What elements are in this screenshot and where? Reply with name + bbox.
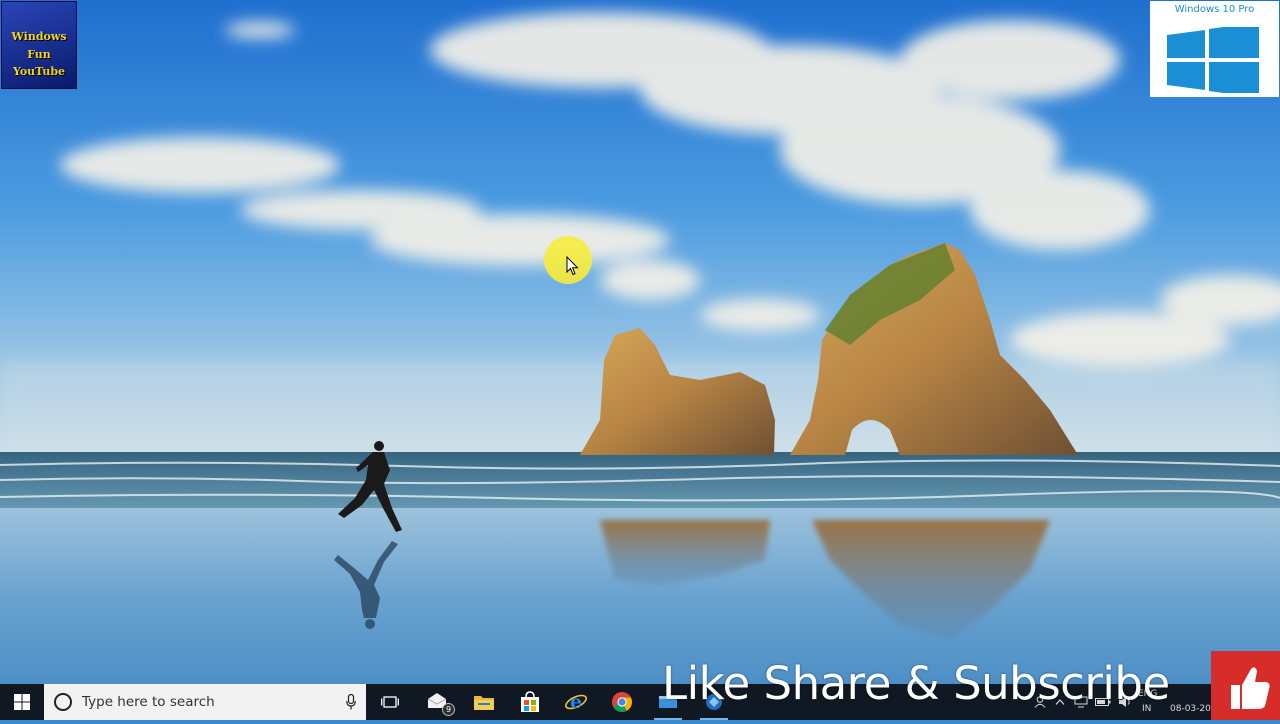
mouse-pointer-icon [566,256,579,276]
internet-explorer-icon: e [565,691,587,713]
clock-date: 08-03-20 [1170,704,1211,714]
like-badge [1211,651,1280,720]
badge-title: Windows 10 Pro [1174,4,1255,15]
internet-explorer-button[interactable]: e [558,684,594,720]
mail-unread-badge: 9 [442,703,455,716]
channel-logo-text-1: Windows [11,30,67,43]
windows-logo-icon [1167,27,1259,93]
chrome-button[interactable] [604,684,640,720]
tray-clock[interactable]: 08-03-20 [1166,687,1211,717]
desktop[interactable]: Windows Fun YouTube Windows 10 Pro [0,0,1280,684]
thumbs-up-icon [1231,667,1270,709]
start-button[interactable] [0,684,44,720]
like-share-subscribe-text: Like Share & Subscribe [662,657,1170,710]
channel-logo-text-2: Fun [27,48,51,61]
chrome-icon [612,692,632,713]
windows-10-pro-badge: Windows 10 Pro [1150,1,1279,97]
store-icon [521,691,539,712]
cortana-icon [54,693,72,711]
store-button[interactable] [512,684,548,720]
channel-logo: Windows Fun YouTube [1,1,77,89]
microphone-icon[interactable] [346,694,356,710]
windows-start-icon [14,694,30,710]
channel-logo-text-3: YouTube [12,65,66,78]
mail-button[interactable]: 9 [420,684,456,720]
task-view-icon [381,696,399,708]
file-explorer-button[interactable] [466,684,502,720]
taskbar-search-box[interactable]: Type here to search [44,684,366,720]
file-explorer-icon [474,696,494,710]
search-placeholder: Type here to search [82,694,215,710]
svg-text:e: e [570,691,582,713]
task-view-button[interactable] [374,684,406,720]
wallpaper-beach-image [0,0,1280,684]
